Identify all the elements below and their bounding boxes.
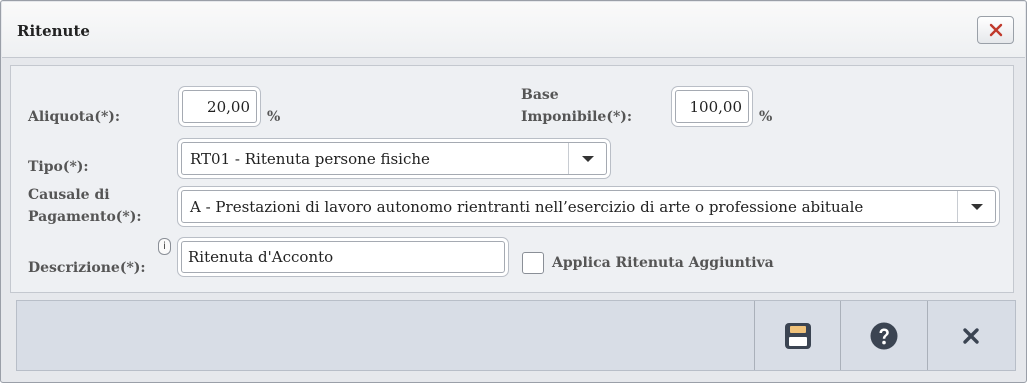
base-imponibile-value: 100,00 <box>689 97 743 116</box>
aliquota-value: 20,00 <box>207 97 250 116</box>
descrizione-label: Descrizione(*): <box>28 260 146 276</box>
tipo-selected-value: RT01 - Ritenuta persone fisiche <box>190 149 430 168</box>
descrizione-input[interactable]: Ritenuta d'Acconto <box>181 241 505 273</box>
help-icon <box>870 322 897 349</box>
causale-dropdown-button[interactable] <box>957 191 995 222</box>
chevron-down-icon <box>581 155 594 162</box>
form-panel <box>10 65 1014 293</box>
base-imponibile-label-line2: Imponibile(*): <box>521 109 633 125</box>
title-close-button[interactable] <box>977 16 1014 44</box>
help-button[interactable] <box>840 301 926 370</box>
tipo-dropdown-button[interactable] <box>568 143 606 174</box>
save-icon <box>784 322 811 349</box>
base-imponibile-input[interactable]: 100,00 <box>675 90 749 123</box>
causale-label-line2: Pagamento(*): <box>28 209 142 225</box>
aliquota-input[interactable]: 20,00 <box>182 90 257 123</box>
close-button[interactable] <box>927 301 1013 370</box>
ritenute-dialog: Ritenute Aliquota(*): 20,00 % Base Impon… <box>0 0 1027 383</box>
tipo-select[interactable]: RT01 - Ritenuta persone fisiche <box>181 142 607 175</box>
dialog-footer-toolbar <box>16 300 1016 371</box>
dialog-title: Ritenute <box>17 22 90 40</box>
applica-ritenuta-checkbox[interactable] <box>522 252 544 274</box>
close-icon <box>962 327 979 344</box>
base-imponibile-unit: % <box>759 109 773 125</box>
descrizione-value: Ritenuta d'Acconto <box>188 248 334 266</box>
aliquota-unit: % <box>267 109 281 125</box>
chevron-down-icon <box>970 203 983 210</box>
info-icon[interactable]: i <box>158 238 171 255</box>
applica-ritenuta-label: Applica Ritenuta Aggiuntiva <box>552 255 774 271</box>
causale-select[interactable]: A - Prestazioni di lavoro autonomo rient… <box>181 190 996 223</box>
save-button[interactable] <box>754 301 840 370</box>
causale-selected-value: A - Prestazioni di lavoro autonomo rient… <box>190 197 864 216</box>
close-icon <box>989 23 1002 37</box>
info-icon-glyph: i <box>163 241 166 252</box>
tipo-label: Tipo(*): <box>28 159 89 175</box>
base-imponibile-label-line1: Base <box>521 87 559 103</box>
aliquota-label: Aliquota(*): <box>28 109 121 125</box>
causale-label-line1: Causale di <box>28 187 110 203</box>
dialog-titlebar: Ritenute <box>2 2 1025 58</box>
